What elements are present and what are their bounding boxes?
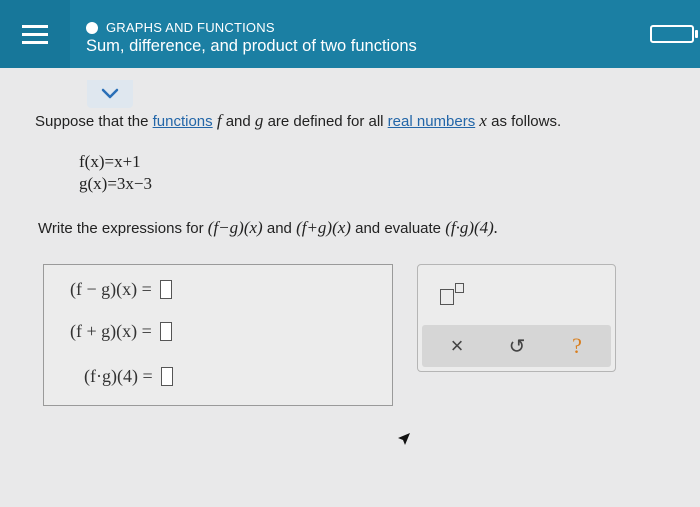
expr-f-minus-g: (f−g)(x) [207, 218, 263, 237]
header-bar: GRAPHS AND FUNCTIONS Sum, difference, an… [0, 0, 700, 68]
topic-label: GRAPHS AND FUNCTIONS [86, 20, 275, 35]
problem-text: are defined for all [263, 113, 388, 130]
collapse-button[interactable] [87, 80, 133, 108]
expr-f-plus-g: (f+g)(x) [296, 218, 351, 237]
var-x: x [479, 111, 487, 130]
answer-input-product[interactable] [160, 367, 173, 386]
undo-icon: ↺ [508, 335, 526, 358]
answer-box: (f − g)(x) = (f + g)(x) = (f·g)(4) = [43, 264, 393, 406]
topic-text: GRAPHS AND FUNCTIONS [106, 20, 275, 35]
undo-button[interactable]: ↺ [492, 325, 542, 367]
answer-row-sum: (f + g)(x) = [70, 321, 172, 342]
problem-text: as follows. [486, 113, 562, 130]
answer-label: (f − g)(x) = [70, 279, 152, 299]
function-definitions: f(x)=x+1 g(x)=3x−3 [79, 152, 152, 196]
instruction-text: and [262, 220, 297, 237]
mouse-cursor-icon [398, 433, 410, 445]
status-dot-icon [86, 21, 98, 34]
instruction-text: and evaluate [350, 220, 446, 237]
instruction: Write the expressions for (f−g)(x) and (… [38, 218, 498, 238]
superscript-button[interactable] [440, 283, 464, 305]
help-button[interactable]: ? [552, 325, 602, 367]
functions-link[interactable]: functions [153, 113, 213, 130]
problem-statement: Suppose that the functions f and g are d… [35, 111, 561, 131]
answer-input-sum[interactable] [159, 322, 172, 341]
menu-button[interactable] [0, 0, 70, 68]
tool-bar: × ↺ ? [422, 325, 611, 367]
answer-row-difference: (f − g)(x) = [70, 279, 172, 300]
expr-f-times-g: (f·g)(4). [445, 218, 499, 237]
chevron-down-icon [101, 88, 119, 99]
answer-label: (f + g)(x) = [70, 321, 152, 341]
battery-icon [650, 25, 698, 43]
problem-text: and [221, 113, 255, 130]
instruction-text: Write the expressions for [38, 220, 208, 237]
answer-row-product: (f·g)(4) = [84, 366, 173, 387]
real-numbers-link[interactable]: real numbers [388, 113, 476, 130]
math-tool-panel: × ↺ ? [417, 264, 616, 372]
page-title: Sum, difference, and product of two func… [86, 37, 417, 55]
f-definition: f(x)=x+1 [79, 152, 141, 171]
g-definition: g(x)=3x−3 [79, 174, 152, 193]
problem-text: Suppose that the [35, 113, 153, 130]
superscript-icon [440, 289, 454, 305]
close-icon: × [450, 333, 464, 358]
clear-button[interactable]: × [432, 325, 482, 367]
hamburger-icon [22, 24, 48, 44]
answer-label: (f·g)(4) = [84, 366, 153, 386]
help-icon: ? [572, 333, 582, 358]
answer-input-difference[interactable] [159, 280, 172, 299]
